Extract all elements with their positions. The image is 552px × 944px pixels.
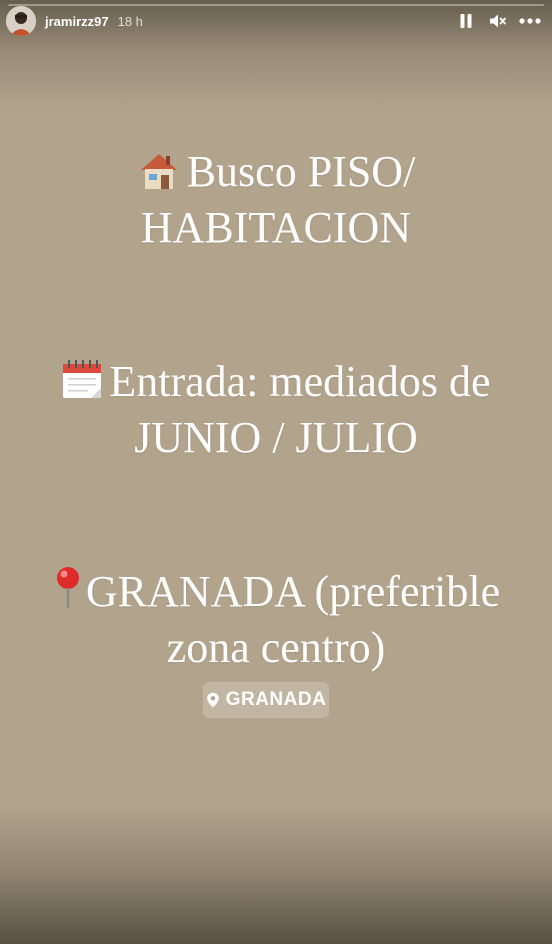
more-options-icon <box>519 18 541 24</box>
calendar-emoji-icon <box>61 358 103 412</box>
house-emoji-icon <box>137 150 181 202</box>
map-pin-icon <box>206 692 219 708</box>
pause-icon <box>460 14 472 28</box>
pause-button[interactable] <box>452 7 480 35</box>
story-viewer[interactable]: jramirzz97 18 h Busco PISO/ HABITACION E… <box>0 0 552 944</box>
story-header: jramirzz97 18 h <box>6 6 544 36</box>
avatar[interactable] <box>6 6 36 36</box>
housing-line-1: Busco PISO/ <box>0 146 552 202</box>
location-text-a: GRANADA (preferible <box>85 567 501 616</box>
story-text-location: GRANADA (preferible zona centro) <box>0 566 552 674</box>
location-line-2: zona centro) <box>166 623 386 672</box>
entry-text-a: Entrada: mediados de <box>109 357 491 406</box>
username-link[interactable]: jramirzz97 <box>45 14 109 29</box>
housing-text-a: Busco PISO/ <box>186 147 416 196</box>
story-text-entry: Entrada: mediados de JUNIO / JULIO <box>0 356 552 464</box>
location-line-1: GRANADA (preferible <box>0 566 552 622</box>
entry-line-1: Entrada: mediados de <box>0 356 552 412</box>
pushpin-emoji-icon <box>52 566 84 622</box>
entry-line-2: JUNIO / JULIO <box>134 413 418 462</box>
location-sticker-label: GRANADA <box>225 689 327 710</box>
avatar-image-icon <box>6 6 36 36</box>
story-text-housing: Busco PISO/ HABITACION <box>0 146 552 254</box>
mute-button[interactable] <box>484 7 512 35</box>
muted-speaker-icon <box>490 14 506 28</box>
story-controls <box>448 7 544 35</box>
location-sticker[interactable]: GRANADA <box>203 682 329 718</box>
housing-line-2: HABITACION <box>140 203 412 252</box>
post-time: 18 h <box>117 13 143 29</box>
bottom-gradient <box>0 804 552 944</box>
more-options-button[interactable] <box>516 7 544 35</box>
